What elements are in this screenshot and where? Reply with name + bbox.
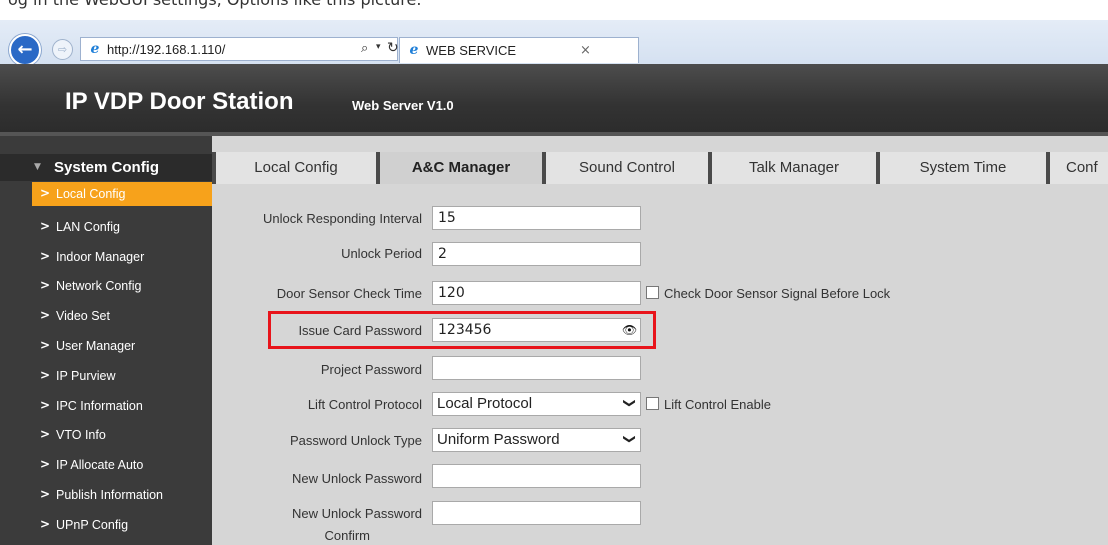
- new-unlock-password-confirm-input[interactable]: [432, 501, 641, 525]
- sidebar-item-label: UPnP Config: [56, 517, 129, 532]
- tab-talk-manager[interactable]: Talk Manager: [708, 152, 876, 184]
- chevron-right-icon: >: [40, 248, 51, 263]
- sidebar-item-video-set[interactable]: > Video Set: [32, 301, 212, 331]
- lift-control-enable-checkbox[interactable]: [646, 397, 659, 410]
- chevron-down-icon: ❯: [622, 433, 637, 445]
- forward-button[interactable]: ⇨: [52, 39, 73, 60]
- caption-text: og in the WebGUI settings, Options like …: [8, 0, 421, 9]
- new-unlock-password-label: New Unlock Password: [291, 471, 422, 486]
- unlock-period-label: Unlock Period: [341, 246, 422, 261]
- sidebar-item-publish-information[interactable]: > Publish Information: [32, 480, 212, 510]
- close-icon[interactable]: ×: [580, 43, 591, 58]
- chevron-right-icon: >: [40, 278, 51, 293]
- refresh-icon[interactable]: ↻: [387, 40, 399, 56]
- sidebar-item-network-config[interactable]: > Network Config: [32, 271, 212, 301]
- content-panel: Local Config A&C Manager Sound Control T…: [212, 136, 1108, 545]
- sidebar-item-label: Network Config: [56, 279, 142, 294]
- password-unlock-type-select[interactable]: Uniform Password ❯: [432, 428, 641, 452]
- sidebar-item-label: Publish Information: [56, 487, 164, 502]
- check-door-sensor-label: Check Door Sensor Signal Before Lock: [664, 286, 891, 301]
- new-unlock-password-input[interactable]: [432, 464, 641, 488]
- lift-control-protocol-label: Lift Control Protocol: [307, 397, 422, 412]
- tab-ac-manager[interactable]: A&C Manager: [376, 152, 542, 184]
- ie-logo-icon: e: [409, 42, 419, 58]
- password-unlock-type-label: Password Unlock Type: [290, 433, 422, 448]
- sidebar-item-label: VTO Info: [56, 428, 106, 443]
- password-unlock-type-value: Uniform Password: [437, 431, 560, 448]
- lift-control-protocol-select[interactable]: Local Protocol ❯: [432, 392, 641, 416]
- chevron-right-icon: >: [40, 516, 51, 531]
- address-bar[interactable]: e http://192.168.1.110/ ⌕ ▾ ↻: [80, 37, 399, 61]
- chevron-right-icon: >: [40, 457, 51, 472]
- unlock-responding-interval-label: Unlock Responding Interval: [263, 211, 422, 226]
- sidebar-item-label: Local Config: [56, 187, 126, 201]
- chevron-down-icon: ❯: [622, 397, 637, 409]
- chevron-right-icon: >: [40, 218, 51, 233]
- caption-strip: og in the WebGUI settings, Options like …: [0, 0, 1108, 20]
- sidebar-item-ip-purview[interactable]: > IP Purview: [32, 361, 212, 391]
- sidebar-item-label: Video Set: [56, 309, 110, 324]
- sidebar-item-vto-info[interactable]: > VTO Info: [32, 420, 212, 450]
- chevron-right-icon: >: [40, 397, 51, 412]
- sidebar-nav: > Local Config > LAN Config > Indoor Manage…: [32, 182, 212, 540]
- chevron-right-icon: >: [40, 186, 51, 200]
- new-unlock-password-confirm-label-line2: Confirm: [324, 528, 370, 543]
- issue-card-password-value: 123456: [438, 322, 492, 338]
- forward-arrow-icon: ⇨: [57, 43, 68, 56]
- tab-sound-control[interactable]: Sound Control: [542, 152, 708, 184]
- lift-control-enable-label: Lift Control Enable: [664, 397, 771, 412]
- sidebar-section-system-config[interactable]: ▼ System Config: [0, 154, 212, 181]
- page-header: IP VDP Door Station Web Server V1.0: [0, 64, 1108, 136]
- chevron-down-icon[interactable]: ▾: [376, 42, 381, 52]
- browser-tab-title: WEB SERVICE: [426, 43, 517, 58]
- unlock-period-input[interactable]: 2: [432, 242, 641, 266]
- unlock-responding-interval-input[interactable]: 15: [432, 206, 641, 230]
- project-password-label: Project Password: [320, 362, 422, 377]
- lift-control-protocol-value: Local Protocol: [437, 395, 533, 412]
- search-icon[interactable]: ⌕: [361, 41, 368, 56]
- chevron-right-icon: >: [40, 486, 51, 501]
- sidebar-item-ip-allocate-auto[interactable]: > IP Allocate Auto: [32, 450, 212, 480]
- sidebar-item-indoor-manager[interactable]: > Indoor Manager: [32, 242, 212, 272]
- issue-card-password-input[interactable]: 123456 👁: [432, 318, 641, 342]
- tab-local-config[interactable]: Local Config: [212, 152, 376, 184]
- chevron-right-icon: >: [40, 427, 51, 442]
- check-door-sensor-checkbox[interactable]: [646, 286, 659, 299]
- sidebar-item-lan-config[interactable]: > LAN Config: [32, 212, 212, 242]
- page-title: IP VDP Door Station: [65, 88, 294, 115]
- chevron-right-icon: >: [40, 337, 51, 352]
- sidebar-item-label: IP Allocate Auto: [56, 458, 144, 473]
- project-password-input[interactable]: [432, 356, 641, 380]
- door-sensor-check-time-label: Door Sensor Check Time: [276, 286, 422, 301]
- expand-triangle-icon: ▼: [34, 162, 41, 172]
- browser-tab-strip: e WEB SERVICE ×: [399, 37, 639, 63]
- chevron-right-icon: >: [40, 308, 51, 323]
- chevron-right-icon: >: [40, 367, 51, 382]
- sidebar-item-user-manager[interactable]: > User Manager: [32, 331, 212, 361]
- issue-card-password-label: Issue Card Password: [298, 323, 422, 338]
- sidebar-item-label: LAN Config: [56, 219, 120, 234]
- sidebar: ▼ System Config > Local Config > LAN Confi…: [0, 136, 212, 545]
- back-arrow-icon: ←: [17, 39, 33, 60]
- sidebar-item-label: IPC Information: [56, 398, 143, 413]
- tab-conf[interactable]: Conf: [1046, 152, 1108, 184]
- sidebar-item-upnp-config[interactable]: > UPnP Config: [32, 510, 212, 540]
- eye-icon[interactable]: 👁: [622, 323, 637, 337]
- url-text: http://192.168.1.110/: [107, 42, 226, 57]
- tab-system-time[interactable]: System Time: [876, 152, 1046, 184]
- back-button[interactable]: ←: [9, 34, 41, 66]
- browser-tab[interactable]: e WEB SERVICE ×: [400, 38, 610, 64]
- sidebar-item-ipc-information[interactable]: > IPC Information: [32, 391, 212, 421]
- sidebar-item-label: IP Purview: [56, 368, 116, 383]
- sidebar-section-label: System Config: [54, 159, 160, 176]
- version-label: Web Server V1.0: [352, 98, 454, 113]
- ie-logo-icon: e: [90, 41, 100, 57]
- new-unlock-password-confirm-label: New Unlock Password: [291, 506, 422, 521]
- sidebar-item-local-config[interactable]: > Local Config: [32, 182, 212, 206]
- sidebar-item-label: Indoor Manager: [56, 249, 145, 264]
- door-sensor-check-time-input[interactable]: 120: [432, 281, 641, 305]
- sidebar-item-label: User Manager: [56, 338, 136, 353]
